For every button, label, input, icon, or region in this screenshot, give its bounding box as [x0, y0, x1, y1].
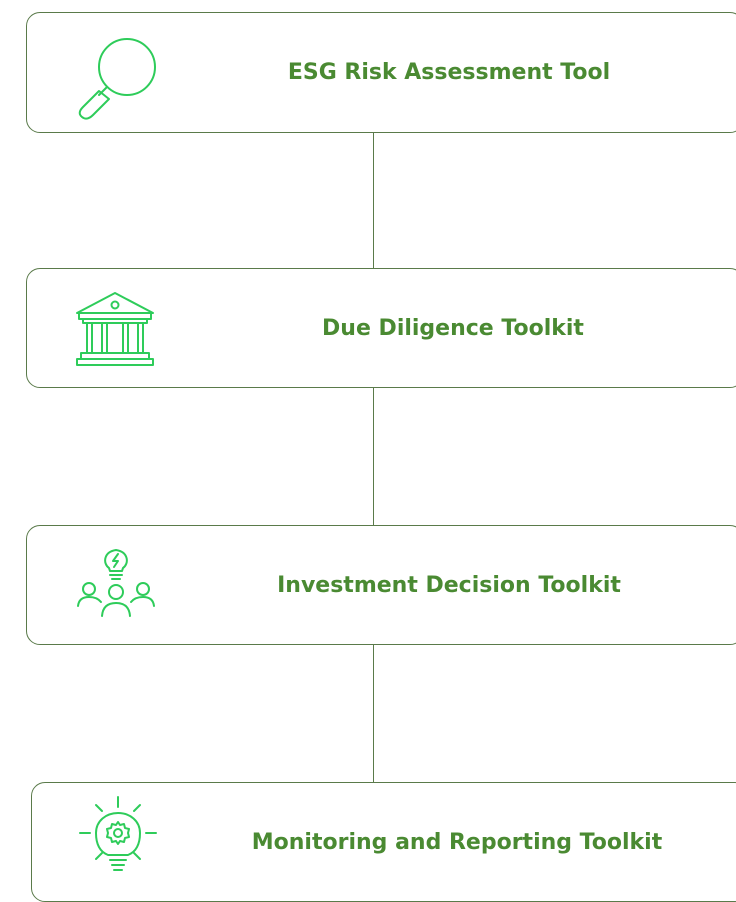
step-card-due-diligence: Due Diligence Toolkit: [26, 268, 736, 388]
team-idea-icon: [75, 544, 159, 624]
step-label: ESG Risk Assessment Tool: [287, 60, 611, 85]
step-card-esg-risk-assessment: ESG Risk Assessment Tool: [26, 12, 736, 133]
step-label: Monitoring and Reporting Toolkit: [251, 829, 663, 855]
connector-line: [373, 388, 374, 525]
step-card-monitoring-reporting: Monitoring and Reporting Toolkit: [31, 782, 736, 902]
step-label: Investment Decision Toolkit: [277, 572, 621, 598]
step-label: Due Diligence Toolkit: [322, 315, 584, 341]
bank-building-icon: [75, 291, 157, 369]
connector-line: [373, 133, 374, 268]
connector-line: [373, 645, 374, 782]
lightbulb-gear-icon: [72, 793, 162, 881]
magnifying-glass-icon: [71, 33, 161, 120]
step-card-investment-decision: Investment Decision Toolkit: [26, 525, 736, 645]
